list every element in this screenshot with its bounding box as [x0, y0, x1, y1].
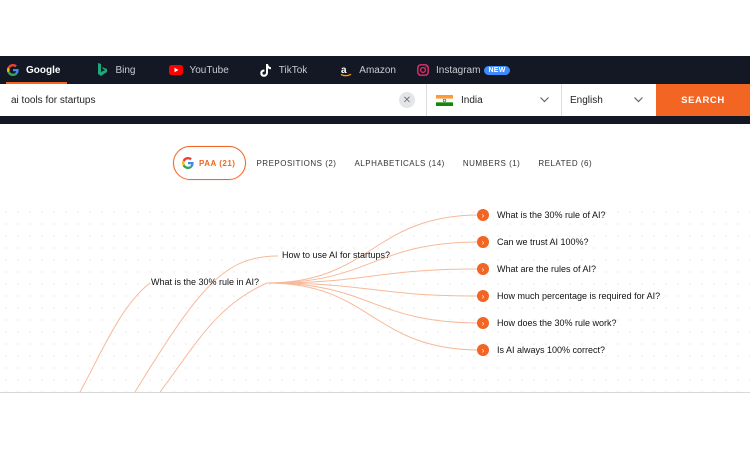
- country-select[interactable]: India: [427, 84, 560, 116]
- chevron-right-icon: ›: [477, 263, 489, 275]
- tree-root-node[interactable]: What is the 30% rule in AI?: [151, 277, 259, 287]
- tree-leaf-item[interactable]: › How much percentage is required for AI…: [477, 290, 660, 302]
- search-bar-bottom-band: [0, 116, 750, 124]
- connector: [266, 214, 481, 284]
- engine-label: TikTok: [278, 64, 308, 76]
- search-button-label: SEARCH: [681, 94, 725, 106]
- amazon-icon: a: [339, 63, 353, 77]
- connector: [159, 282, 268, 392]
- engine-tab-instagram[interactable]: Instagram NEW: [416, 56, 510, 84]
- tab-alphabeticals[interactable]: ALPHABETICALS (14): [354, 159, 444, 168]
- tree-leaf-item[interactable]: › What is the 30% rule of AI?: [477, 209, 606, 221]
- tree-leaf-item[interactable]: › Can we trust AI 100%?: [477, 236, 589, 248]
- search-input[interactable]: [0, 84, 396, 116]
- country-value: India: [461, 94, 483, 106]
- tab-prepositions[interactable]: PREPOSITIONS (2): [256, 159, 336, 168]
- engine-tab-bing[interactable]: Bing: [95, 56, 135, 84]
- india-flag-icon: [436, 94, 453, 106]
- instagram-icon: [416, 63, 430, 77]
- engine-label: Amazon: [359, 64, 396, 76]
- chevron-right-icon: ›: [477, 317, 489, 329]
- search-button[interactable]: SEARCH: [656, 84, 750, 116]
- tree-leaf-item[interactable]: › Is AI always 100% correct?: [477, 344, 605, 356]
- chevron-right-icon: ›: [477, 236, 489, 248]
- leaf-label: What is the 30% rule of AI?: [497, 210, 606, 220]
- close-icon: ✕: [402, 94, 412, 106]
- page: Google Bing YouTube TikTok a Amazon Inst…: [0, 0, 750, 450]
- connector: [266, 282, 481, 351]
- tree-leaf-item[interactable]: › How does the 30% rule work?: [477, 317, 617, 329]
- chevron-right-icon: ›: [477, 290, 489, 302]
- engine-label: Bing: [115, 64, 136, 76]
- tab-numbers[interactable]: NUMBERS (1): [463, 159, 521, 168]
- leaf-label: How does the 30% rule work?: [497, 318, 617, 328]
- chevron-down-icon: [633, 94, 644, 108]
- tab-label: RELATED (6): [538, 158, 593, 168]
- engine-tab-google[interactable]: Google: [6, 56, 68, 84]
- new-badge: NEW: [484, 65, 510, 75]
- search-engine-bar: Google Bing YouTube TikTok a Amazon Inst…: [0, 56, 750, 84]
- result-type-tabs: PAA (21) PREPOSITIONS (2) ALPHABETICALS …: [173, 146, 610, 180]
- chevron-down-icon: [539, 94, 550, 108]
- engine-label: YouTube: [189, 64, 229, 76]
- google-icon: [182, 157, 194, 169]
- leaf-label: Can we trust AI 100%?: [497, 237, 589, 247]
- engine-tab-tiktok[interactable]: TikTok: [259, 56, 308, 84]
- tab-paa[interactable]: PAA (21): [173, 146, 247, 180]
- youtube-icon: [169, 63, 184, 77]
- tab-label: NUMBERS (1): [462, 158, 521, 168]
- language-select[interactable]: English: [562, 84, 656, 116]
- tab-label: ALPHABETICALS (14): [354, 158, 445, 168]
- leaf-label: How much percentage is required for AI?: [497, 291, 661, 301]
- tab-label: PREPOSITIONS (2): [256, 158, 337, 168]
- engine-tab-youtube[interactable]: YouTube: [169, 56, 229, 84]
- clear-search-button[interactable]: ✕: [399, 92, 415, 108]
- leaf-label: What are the rules of AI?: [497, 264, 597, 274]
- chevron-right-icon: ›: [477, 209, 489, 221]
- chevron-right-icon: ›: [477, 344, 489, 356]
- engine-label: Instagram: [435, 64, 481, 76]
- tab-related[interactable]: RELATED (6): [538, 159, 592, 168]
- divider: [0, 392, 750, 393]
- leaf-label: Is AI always 100% correct?: [497, 345, 606, 355]
- connector: [79, 282, 151, 392]
- engine-tab-amazon[interactable]: a Amazon: [339, 56, 396, 84]
- tree-leaf-item[interactable]: › What are the rules of AI?: [477, 263, 596, 275]
- tab-label: PAA (21): [199, 158, 236, 168]
- bing-icon: [95, 63, 109, 77]
- engine-label: Google: [26, 64, 61, 76]
- google-icon: [6, 63, 20, 77]
- tiktok-icon: [259, 63, 273, 77]
- tree-branch-node[interactable]: How to use AI for startups?: [282, 250, 390, 260]
- language-value: English: [570, 94, 603, 106]
